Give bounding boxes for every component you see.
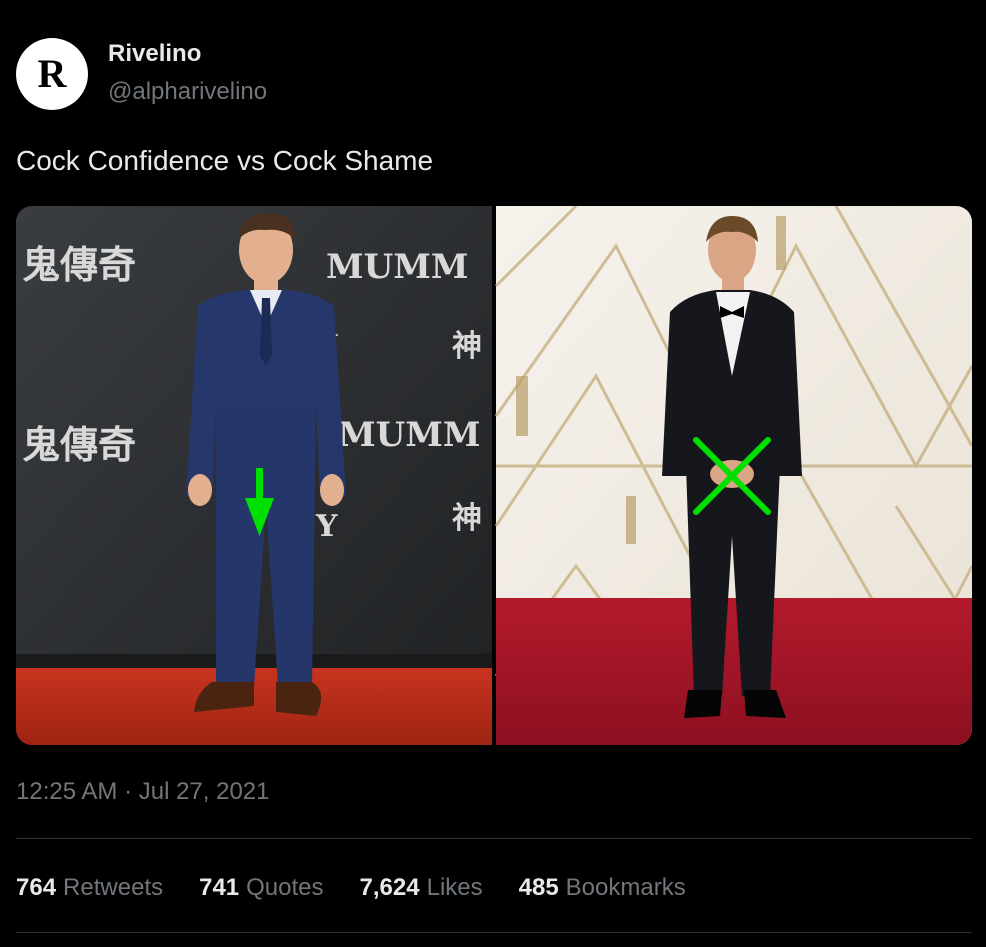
bookmarks-label: Bookmarks: [565, 874, 686, 901]
stat-likes[interactable]: 7,624 Likes: [360, 874, 483, 902]
author-name[interactable]: Rivelino: [108, 40, 201, 68]
tweet-media[interactable]: 鬼傳奇 MUMM Y 神 鬼傳奇 MUMM Y 神: [16, 206, 972, 745]
backdrop-chinese-1: 鬼傳奇: [22, 242, 136, 287]
retweets-count: 764: [16, 874, 57, 901]
stat-bookmarks[interactable]: 485 Bookmarks: [519, 874, 686, 902]
tweet-text: Cock Confidence vs Cock Shame: [16, 145, 434, 176]
backdrop-title-2: MUMM: [338, 415, 481, 455]
backdrop-chinese-4: 神: [452, 501, 482, 536]
backdrop-y-2: Y: [315, 509, 338, 544]
tweet-timestamp[interactable]: 12:25 AM · Jul 27, 2021: [16, 778, 270, 806]
likes-count: 7,624: [359, 874, 420, 901]
avatar-letter: R: [37, 51, 67, 96]
divider-top: [16, 838, 972, 839]
engagement-stats: 764 Retweets 741 Quotes 7,624 Likes 485 …: [16, 874, 686, 902]
stat-retweets[interactable]: 764 Retweets: [16, 874, 163, 902]
likes-label: Likes: [426, 874, 483, 901]
quotes-count: 741: [199, 874, 240, 901]
avatar[interactable]: R: [16, 38, 88, 110]
quotes-label: Quotes: [246, 874, 324, 901]
stat-quotes[interactable]: 741 Quotes: [199, 874, 323, 902]
left-photo[interactable]: 鬼傳奇 MUMM Y 神 鬼傳奇 MUMM Y 神: [16, 206, 492, 745]
backdrop-chinese-2: 神: [452, 329, 482, 364]
right-photo[interactable]: [494, 206, 972, 745]
author-handle[interactable]: @alpharivelino: [108, 78, 267, 106]
backdrop-title-1: MUMM: [326, 247, 469, 287]
backdrop-chinese-3: 鬼傳奇: [22, 422, 136, 467]
retweets-label: Retweets: [63, 874, 164, 901]
bookmarks-count: 485: [518, 874, 559, 901]
divider-bottom: [16, 932, 972, 933]
